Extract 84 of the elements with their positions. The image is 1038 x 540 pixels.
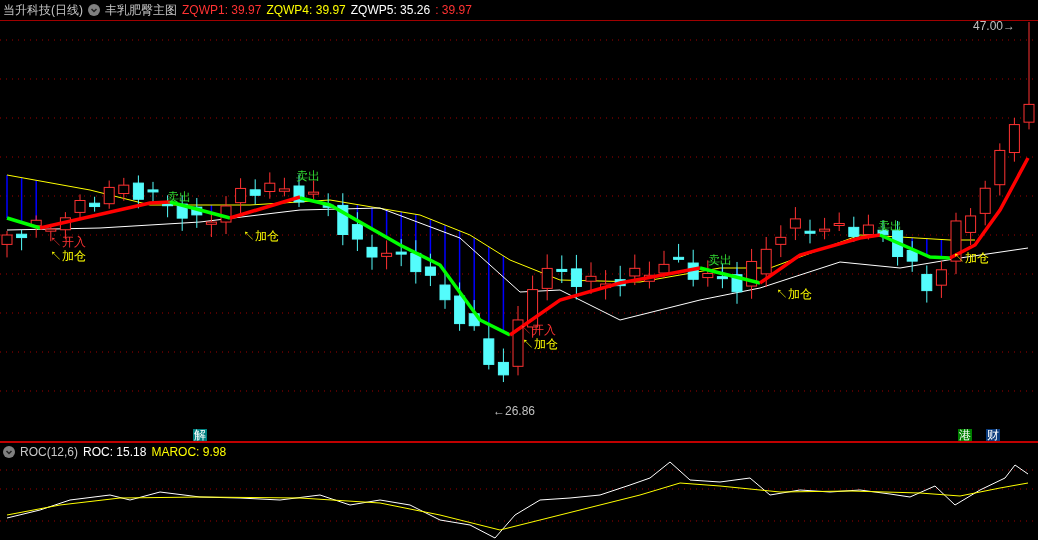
candlestick [935,260,947,299]
candlestick [30,214,42,239]
candlestick [760,236,772,288]
candlestick [483,324,495,370]
indicator-value: ROC: 15.18 [83,444,147,461]
dropdown-icon[interactable] [3,446,15,458]
candlestick [512,305,524,376]
indicator-value: ZQWP4: 39.97 [266,2,346,19]
signal-bar [210,204,213,214]
candlestick [497,348,509,383]
price-label: ←26.86 [493,405,536,417]
candlestick [833,212,845,232]
candlestick [424,253,436,287]
candlestick [994,142,1006,196]
signal-label: 卖出 [296,170,320,182]
candlestick [556,254,568,284]
candlestick [235,177,247,214]
price-label: 47.00→ [973,20,1016,32]
candlestick [819,217,831,240]
candlestick [629,254,641,286]
indicator-value: ZQWP1: 39.97 [182,2,262,19]
candlestick [147,181,159,203]
candlestick [789,206,801,241]
candlestick [205,212,217,238]
candlestick [103,180,115,210]
candlestick [264,171,276,200]
candlestick [220,195,232,235]
signal-label: 卖出 [708,254,732,266]
candlestick [381,239,393,270]
signal-label: ↖加仓 [50,250,86,262]
indicator-value: MAROC: 9.98 [151,444,227,461]
candlestick [366,234,378,271]
candlestick [746,248,758,300]
candlestick [877,219,889,243]
candlestick [541,253,553,301]
candlestick [979,180,991,226]
stock-title: 当升科技(日线) [3,2,83,19]
candlestick [118,177,130,202]
indicator-value: : 39.97 [435,2,472,19]
candlestick [351,211,363,252]
signal-bar [940,238,943,259]
signal-label: ↖加仓 [776,288,812,300]
candlestick [249,178,261,205]
event-tag[interactable]: 解 [193,429,207,441]
indicator-value: ZQWP5: 35.26 [350,2,431,19]
signal-label: 卖出 [167,191,191,203]
candlestick [410,239,422,285]
candlestick [468,299,480,332]
candlestick [191,197,203,229]
signal-label: ↖加仓 [522,338,558,350]
candlestick [643,261,655,289]
candlestick [804,219,816,244]
candlestick [658,250,670,279]
candlestick [1008,117,1020,163]
candlestick [862,214,874,241]
candlestick [278,177,290,197]
signal-bar [20,176,23,224]
candlestick [395,238,407,267]
event-tag[interactable]: 财 [986,429,1000,441]
candlestick [965,207,977,246]
candlestick [89,196,101,213]
candlestick [585,261,597,295]
candlestick [454,281,466,332]
signal-label: ↖开入 [50,236,86,248]
candlestick [570,254,582,300]
candlestick [673,243,685,264]
candlestick [337,192,349,246]
candlestick [322,192,334,217]
candlestick [614,265,626,297]
indicator-name: 丰乳肥臀主图 [105,2,177,19]
candlestick [308,180,320,200]
signal-label: ↖加仓 [243,230,279,242]
candlestick [16,229,28,251]
candlestick [921,264,933,304]
candlestick [600,269,612,301]
candlestick [906,240,918,273]
dropdown-icon[interactable] [88,4,100,16]
candlestick [439,271,451,310]
candlestick [687,249,699,287]
sub-chart-title: ROC(12,6) [20,444,78,461]
candlestick [775,224,787,258]
candlestick [731,261,743,305]
event-tag[interactable]: 港 [958,429,972,441]
candlestick [132,174,144,209]
